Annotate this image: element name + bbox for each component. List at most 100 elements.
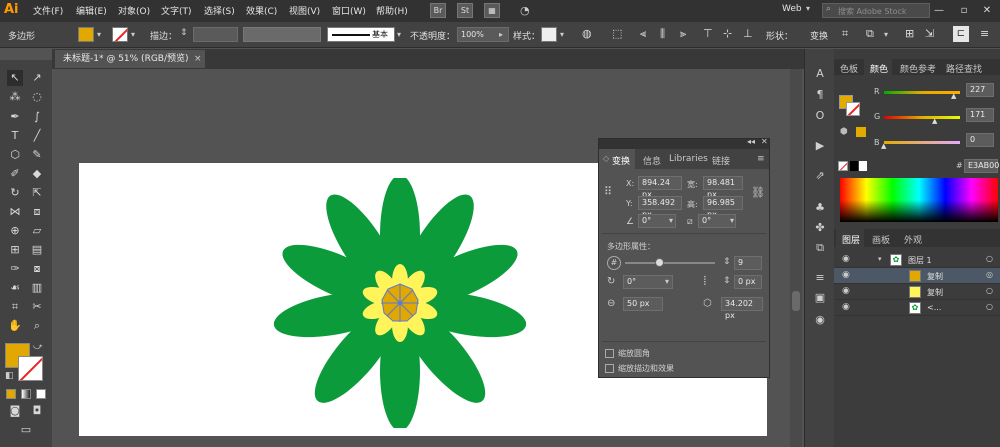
close-icon[interactable]: ✕ <box>761 137 768 146</box>
shape-builder-tool-icon[interactable]: ⊕ <box>7 223 23 239</box>
corner-type-icon[interactable]: ⡇ <box>703 276 710 286</box>
tab-pathfinder[interactable]: 路径查找 <box>946 62 982 75</box>
arrange-documents-icon[interactable]: ▦ <box>484 3 500 18</box>
sublayer-name[interactable]: 复制 <box>927 287 943 298</box>
layer-row[interactable]: ◉ ✿ <... ○ <box>834 300 1000 316</box>
tab-swatches[interactable]: 色板 <box>840 62 858 75</box>
align-center-icon[interactable]: ⫼ <box>660 27 665 41</box>
actions-panel-icon[interactable]: ▶ <box>810 137 830 155</box>
black-color-swatch[interactable] <box>850 161 858 171</box>
bridge-button[interactable]: Br <box>430 3 446 18</box>
swap-colors-icon[interactable]: ⤻ <box>33 342 43 352</box>
artboards-panel-icon[interactable]: ⧉ <box>810 239 830 257</box>
layer-row[interactable]: ◉ 复制 ○ <box>834 284 1000 300</box>
chevron-down-icon[interactable]: ▾ <box>730 216 734 225</box>
stepper-icon[interactable]: ⇕ <box>180 28 188 38</box>
tab-color[interactable]: 颜色 <box>870 62 888 75</box>
document-setup-icon[interactable]: ⊏ <box>953 26 969 42</box>
column-graph-tool-icon[interactable]: ▥ <box>29 280 45 296</box>
canvas-scrollbar[interactable] <box>790 69 802 447</box>
rotate-tool-icon[interactable]: ↻ <box>7 185 23 201</box>
target-icon[interactable]: ◎ <box>986 270 993 279</box>
flower-artwork[interactable] <box>270 178 530 428</box>
hex-field[interactable]: E3AB00 <box>964 159 999 173</box>
g-slider[interactable] <box>884 116 960 119</box>
scrollbar-thumb[interactable] <box>792 291 800 311</box>
close-tab-icon[interactable]: × <box>194 50 202 68</box>
artboard-tool-icon[interactable]: ⌗ <box>7 299 23 315</box>
stroke-panel-icon[interactable]: ≡ <box>810 269 830 287</box>
chevron-down-icon[interactable]: ▾ <box>560 30 564 39</box>
color-spectrum[interactable] <box>840 178 998 222</box>
stock-button[interactable]: St <box>457 3 473 18</box>
variable-width-profile[interactable] <box>243 27 321 42</box>
w-field[interactable]: 98.481 px <box>703 176 743 199</box>
width-tool-icon[interactable]: ⋈ <box>7 204 23 220</box>
menu-type[interactable]: 文字(T) <box>161 4 192 18</box>
eye-icon[interactable]: ◉ <box>842 286 850 296</box>
appearance-panel-icon[interactable]: ◉ <box>810 311 830 329</box>
pen-tool-icon[interactable]: ✒ <box>7 109 23 125</box>
blend-tool-icon[interactable]: ⧇ <box>29 261 45 277</box>
color-stroke-swatch[interactable] <box>846 102 860 116</box>
r-value-field[interactable]: 227 <box>966 83 994 97</box>
puppet-warp-icon[interactable]: ⊞ <box>905 27 914 40</box>
chevron-right-icon[interactable]: ▸ <box>499 30 503 39</box>
mesh-tool-icon[interactable]: ⊞ <box>7 242 23 258</box>
target-icon[interactable]: ○ <box>986 286 993 295</box>
chevron-down-icon[interactable]: ▾ <box>397 30 401 39</box>
chevron-down-icon[interactable]: ▾ <box>806 4 810 13</box>
b-slider[interactable] <box>884 141 960 144</box>
radius-field[interactable]: 50 px <box>623 297 663 311</box>
slice-tool-icon[interactable]: ✂ <box>29 299 45 315</box>
x-field[interactable]: 894.24 px <box>638 176 682 199</box>
shape-label[interactable]: 形状： <box>766 29 793 42</box>
hand-tool-icon[interactable]: ✋ <box>7 318 23 334</box>
eye-icon[interactable]: ◉ <box>842 254 850 264</box>
line-tool-icon[interactable]: ╱ <box>29 128 45 144</box>
align-left-icon[interactable]: ⫷ <box>640 27 646 41</box>
gradient-panel-icon[interactable]: ▣ <box>810 289 830 307</box>
screen-mode-icon[interactable]: ▭ <box>18 422 34 438</box>
none-mode-icon[interactable] <box>36 389 46 399</box>
menu-effect[interactable]: 效果(C) <box>246 4 277 18</box>
gradient-tool-icon[interactable]: ▤ <box>29 242 45 258</box>
symbols-panel-icon[interactable]: ♣ <box>810 199 830 217</box>
tab-info[interactable]: 信息 <box>643 154 661 167</box>
white-color-swatch[interactable] <box>859 161 867 171</box>
perspective-grid-tool-icon[interactable]: ▱ <box>29 223 45 239</box>
graphic-style-swatch[interactable] <box>541 27 557 42</box>
free-transform-tool-icon[interactable]: ⧈ <box>29 204 45 220</box>
transform-link[interactable]: 变换 <box>810 29 828 42</box>
tab-links[interactable]: 链接 <box>712 154 730 167</box>
panel-title-bar[interactable]: ◂◂ ✕ <box>599 137 769 149</box>
align-bottom-icon[interactable]: ⊥ <box>743 27 753 40</box>
layer-row[interactable]: ◉ ▾ ✿ 图层 1 ○ <box>834 252 1000 268</box>
menu-select[interactable]: 选择(S) <box>204 4 235 18</box>
y-field[interactable]: 358.492 px <box>638 196 682 219</box>
workspace-switcher[interactable]: Web <box>782 4 802 18</box>
b-value-field[interactable]: 0 <box>966 133 994 147</box>
out-of-gamut-icon[interactable]: ⬢ <box>840 127 848 137</box>
constrain-link-icon[interactable]: ⛓ <box>751 186 765 199</box>
tab-transform[interactable]: 变换 <box>612 154 630 167</box>
layer-name[interactable]: 图层 1 <box>908 255 932 266</box>
scale-strokes-checkbox[interactable] <box>605 364 614 373</box>
stroke-weight-field[interactable] <box>193 27 238 42</box>
maximize-button[interactable]: ▫ <box>955 3 973 18</box>
sides-slider-track[interactable] <box>625 262 715 264</box>
color-mode-icon[interactable] <box>6 389 16 399</box>
target-icon[interactable]: ○ <box>986 254 993 263</box>
stroke-swatch[interactable] <box>112 27 128 42</box>
character-panel-icon[interactable]: A <box>810 65 830 83</box>
curvature-tool-icon[interactable]: ∫ <box>29 109 45 125</box>
lasso-tool-icon[interactable]: ◌ <box>29 89 45 105</box>
tab-appearance[interactable]: 外观 <box>904 233 922 246</box>
align-middle-icon[interactable]: ⊹ <box>723 27 732 40</box>
gpu-performance-icon[interactable]: ◔ <box>520 4 530 17</box>
chevron-down-icon[interactable]: ▾ <box>131 30 135 39</box>
align-right-icon[interactable]: ⫸ <box>680 27 686 41</box>
fill-swatch[interactable] <box>78 27 94 42</box>
recolor-artwork-icon[interactable]: ◍ <box>582 27 592 40</box>
stepper-icon[interactable]: ⇕ <box>723 276 731 286</box>
